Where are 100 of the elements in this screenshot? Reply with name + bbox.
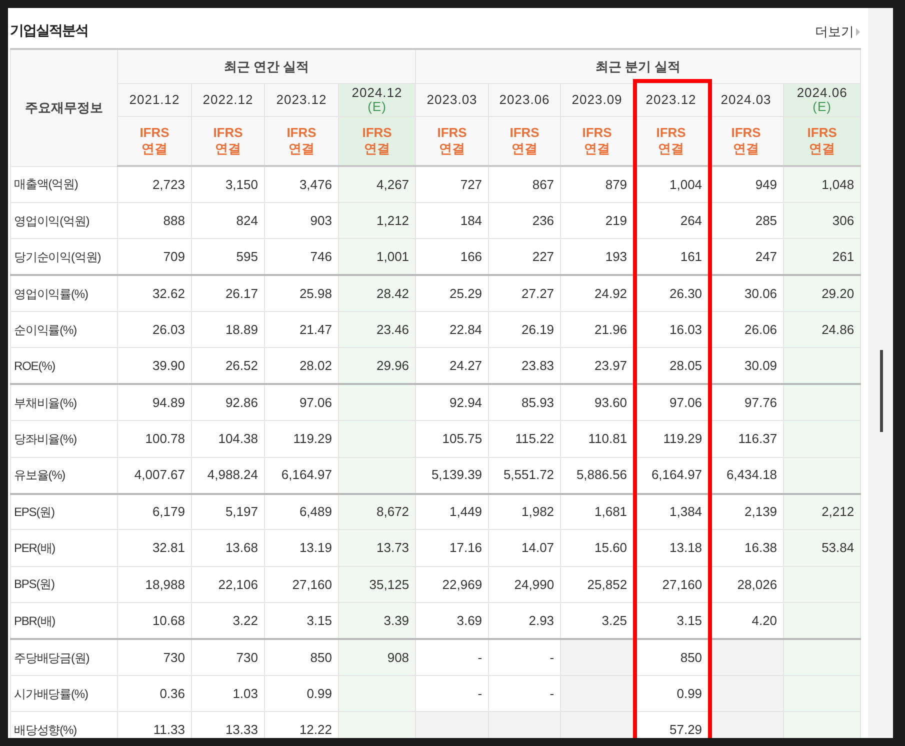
row-label: PBR(배)	[10, 602, 118, 640]
table-cell: 27,160	[264, 566, 338, 603]
table-cell: 92.86	[192, 384, 264, 421]
table-cell: 29.20	[784, 275, 861, 312]
table-cell: 5,197	[192, 494, 264, 530]
table-cell: 2,723	[118, 166, 192, 202]
table-cell: 97.06	[264, 384, 338, 421]
table-cell: 1,681	[560, 494, 634, 530]
accounting-standard: IFRS 연결	[118, 116, 192, 166]
table-cell: 1,048	[784, 166, 861, 202]
table-cell: 2,212	[784, 494, 861, 530]
table-cell: 29.96	[338, 348, 416, 384]
table-cell: -	[416, 639, 489, 676]
table-cell: 867	[488, 166, 561, 202]
table-cell: 22,106	[192, 566, 264, 603]
scrollbar-thumb[interactable]	[880, 350, 883, 432]
table-cell: 166	[416, 238, 489, 276]
table-cell: 85.93	[488, 384, 561, 421]
accounting-standard: IFRS 연결	[784, 116, 861, 166]
table-cell: 3.22	[192, 602, 264, 640]
table-cell: 1,982	[488, 494, 561, 530]
period-header: 2023.06	[488, 83, 561, 116]
table-cell: 306	[784, 202, 861, 239]
table-cell: 879	[560, 166, 634, 202]
table-cell: 23.97	[560, 348, 634, 384]
table-cell: 1,212	[338, 202, 416, 239]
table-cell: 13.73	[338, 530, 416, 566]
section-title: 기업실적분석	[10, 22, 88, 41]
table-cell: 5,139.39	[416, 457, 489, 494]
table-cell: 17.16	[416, 530, 489, 566]
row-label: 주당배당금(원)	[10, 639, 118, 676]
scrollbar[interactable]	[868, 8, 893, 738]
row-label: 영업이익률(%)	[10, 275, 118, 312]
table-cell: 119.29	[264, 420, 338, 458]
row-label: BPS(원)	[10, 566, 118, 603]
table-cell: 1,001	[338, 238, 416, 276]
table-cell: 5,551.72	[488, 457, 561, 494]
table-cell: 25.29	[416, 275, 489, 312]
row-label: 영업이익(억원)	[10, 202, 118, 239]
table-cell: 903	[264, 202, 338, 239]
table-cell: 595	[192, 238, 264, 276]
more-link[interactable]: 더보기	[815, 22, 860, 42]
table-cell: 53.84	[784, 530, 861, 566]
accounting-standard: IFRS 연결	[192, 116, 264, 166]
table-cell: 100.78	[118, 420, 192, 458]
table-cell: 32.62	[118, 275, 192, 312]
period-header: 2023.09	[560, 83, 634, 116]
row-label: EPS(원)	[10, 494, 118, 530]
table-cell: 227	[488, 238, 561, 276]
period-header: 2023.03	[416, 83, 489, 116]
table-cell: 13.19	[264, 530, 338, 566]
row-label: 유보율(%)	[10, 457, 118, 494]
table-cell: 27.27	[488, 275, 561, 312]
period-header: 2023.12	[264, 83, 338, 116]
table-cell: 21.47	[264, 312, 338, 348]
table-cell: 35,125	[338, 566, 416, 603]
table-cell: 1,449	[416, 494, 489, 530]
period-header: 2024.12 (E)	[338, 83, 416, 116]
table-cell: 26.03	[118, 312, 192, 348]
table-cell: 3,150	[192, 166, 264, 202]
table-cell: 18,988	[118, 566, 192, 603]
table-cell: 22,969	[416, 566, 489, 603]
table-cell: 28.42	[338, 275, 416, 312]
table-cell: 888	[118, 202, 192, 239]
table-cell: 12.22	[264, 712, 338, 738]
period-header: 2024.06 (E)	[784, 83, 861, 116]
table-cell: 104.38	[192, 420, 264, 458]
table-cell: 2.93	[488, 602, 561, 640]
table-cell: 115.22	[488, 420, 561, 458]
table-cell: 824	[192, 202, 264, 239]
row-label: 시가배당률(%)	[10, 675, 118, 712]
period-header: 2021.12	[118, 83, 192, 116]
table-cell: 6,179	[118, 494, 192, 530]
table-cell: 219	[560, 202, 634, 239]
table-cell: 26.17	[192, 275, 264, 312]
row-label: 부채비율(%)	[10, 384, 118, 421]
table-cell: 23.46	[338, 312, 416, 348]
table-cell: 28.02	[264, 348, 338, 384]
group-header: 최근 분기 실적	[416, 49, 861, 83]
table-cell: 908	[338, 639, 416, 676]
table-cell: 26.52	[192, 348, 264, 384]
table-cell: 11.33	[118, 712, 192, 738]
table-cell: 3.25	[560, 602, 634, 640]
row-label: 당기순이익(억원)	[10, 238, 118, 276]
period-header: 2022.12	[192, 83, 264, 116]
row-label: 순이익률(%)	[10, 312, 118, 348]
table-cell: 13.33	[192, 712, 264, 738]
accounting-standard: IFRS 연결	[560, 116, 634, 166]
accounting-standard: IFRS 연결	[488, 116, 561, 166]
table-cell: 0.36	[118, 675, 192, 712]
row-label: PER(배)	[10, 530, 118, 566]
table-cell: 6,489	[264, 494, 338, 530]
table-cell: 3.39	[338, 602, 416, 640]
table-cell: 3.69	[416, 602, 489, 640]
table-cell: 730	[118, 639, 192, 676]
table-cell: 4,267	[338, 166, 416, 202]
table-cell: 727	[416, 166, 489, 202]
table-cell: 3.15	[264, 602, 338, 640]
table-cell: 26.19	[488, 312, 561, 348]
table-cell: 5,886.56	[560, 457, 634, 494]
